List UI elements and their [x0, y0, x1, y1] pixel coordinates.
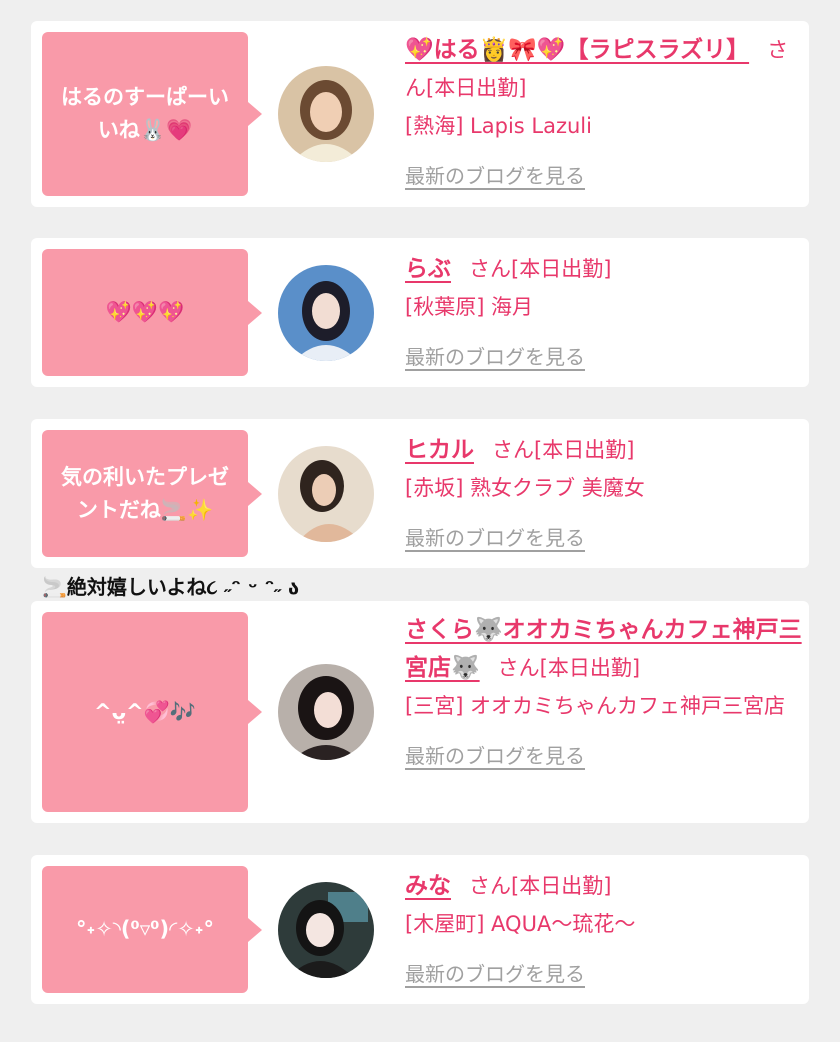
- working-status: さん[本日出勤]: [469, 874, 612, 898]
- avatar[interactable]: [278, 446, 374, 542]
- cast-card: 気の利いたプレゼントだね🚬✨ ヒカル さん[本日出勤] [赤坂] 熟女クラブ 美魔…: [31, 419, 809, 568]
- latest-blog-link[interactable]: 最新のブログを見る: [405, 157, 585, 195]
- latest-blog-link[interactable]: 最新のブログを見る: [405, 955, 585, 993]
- message-text: °˖✧◝(⁰▿⁰)◜✧˖°: [75, 917, 215, 941]
- message-text: 💖💖💖: [105, 300, 185, 324]
- cast-card: °˖✧◝(⁰▿⁰)◜✧˖° みな さん[本日出勤] [木屋町] AQUA〜琉花〜 …: [31, 855, 809, 1004]
- cast-name-link[interactable]: らぶ: [405, 256, 451, 282]
- message-bubble: はるのすーぱーいいね🐰💗: [42, 32, 262, 196]
- message-text: はるのすーぱーいいね🐰💗: [61, 85, 229, 142]
- overlay-caption: 🚬絶対嬉しいよね૮ ˶ᵔ ᵕ ᵔ˶ ა: [42, 575, 300, 599]
- avatar[interactable]: [278, 265, 374, 361]
- shop-name: [熱海] Lapis Lazuli: [405, 114, 592, 138]
- cast-card: 💖💖💖 らぶ さん[本日出勤] [秋葉原] 海月 最新のブログを見る: [31, 238, 809, 387]
- avatar[interactable]: [278, 66, 374, 162]
- working-status: さん[本日出勤]: [492, 438, 635, 462]
- shop-name: [赤坂] 熟女クラブ 美魔女: [405, 476, 645, 500]
- message-bubble: 💖💖💖: [42, 249, 262, 376]
- latest-blog-link[interactable]: 最新のブログを見る: [405, 338, 585, 376]
- message-text: ^ᴗ̤^💞🎶: [94, 699, 196, 724]
- shop-name: [秋葉原] 海月: [405, 295, 534, 319]
- cast-card: ^ᴗ̤^💞🎶 さくら🐺オオカミちゃんカフェ神戸三宮店🐺 さん[本日出勤] [三宮]…: [31, 601, 809, 823]
- latest-blog-link[interactable]: 最新のブログを見る: [405, 737, 585, 775]
- avatar[interactable]: [278, 882, 374, 978]
- cast-info: さくら🐺オオカミちゃんカフェ神戸三宮店🐺 さん[本日出勤] [三宮] オオカミちゃ…: [405, 611, 803, 775]
- cast-info: 💖はる👸🎀💖【ラピスラズリ】 さん[本日出勤] [熱海] Lapis Lazuli…: [405, 31, 803, 195]
- cast-info: らぶ さん[本日出勤] [秋葉原] 海月 最新のブログを見る: [405, 250, 803, 376]
- latest-blog-link[interactable]: 最新のブログを見る: [405, 519, 585, 557]
- cast-info: みな さん[本日出勤] [木屋町] AQUA〜琉花〜 最新のブログを見る: [405, 867, 803, 993]
- working-status: さん[本日出勤]: [469, 257, 612, 281]
- message-text: 気の利いたプレゼントだね🚬✨: [61, 464, 229, 522]
- message-bubble: °˖✧◝(⁰▿⁰)◜✧˖°: [42, 866, 262, 993]
- shop-name: [木屋町] AQUA〜琉花〜: [405, 912, 636, 936]
- message-bubble: ^ᴗ̤^💞🎶: [42, 612, 262, 812]
- cast-name-link[interactable]: 💖はる👸🎀💖【ラピスラズリ】: [405, 37, 749, 63]
- cast-info: ヒカル さん[本日出勤] [赤坂] 熟女クラブ 美魔女 最新のブログを見る: [405, 431, 803, 557]
- avatar[interactable]: [278, 664, 374, 760]
- cast-name-link[interactable]: みな: [405, 873, 451, 899]
- cast-name-link[interactable]: ヒカル: [405, 437, 474, 463]
- shop-name: [三宮] オオカミちゃんカフェ神戸三宮店: [405, 694, 786, 718]
- message-bubble: 気の利いたプレゼントだね🚬✨: [42, 430, 262, 557]
- cast-card: はるのすーぱーいいね🐰💗 💖はる👸🎀💖【ラピスラズリ】 さん[本日出勤] [熱海]…: [31, 21, 809, 207]
- working-status: さん[本日出勤]: [497, 656, 641, 680]
